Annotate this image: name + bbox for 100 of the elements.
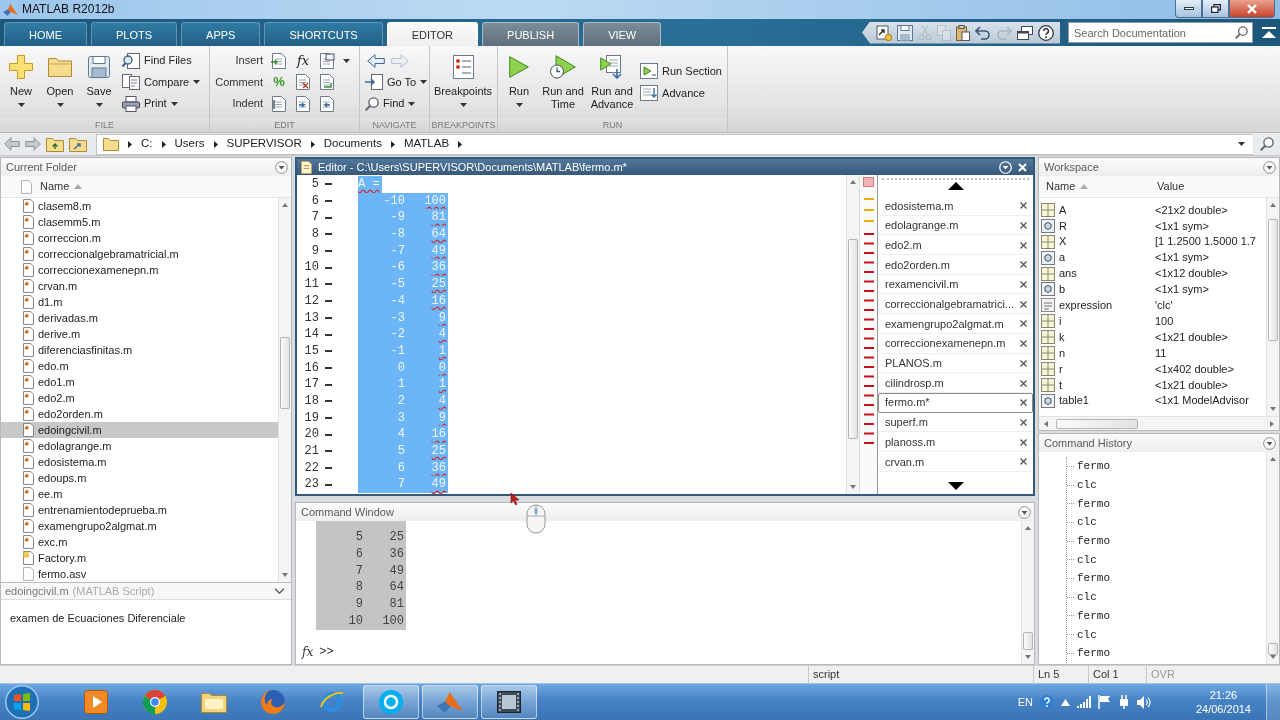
insert-icon[interactable] bbox=[271, 52, 287, 69]
restore-button[interactable] bbox=[1202, 0, 1229, 18]
document-tab[interactable]: crvan.m bbox=[878, 451, 1033, 472]
close-icon[interactable] bbox=[1020, 241, 1027, 249]
back-arrow-icon[interactable] bbox=[4, 137, 20, 151]
file-item[interactable]: correccion.m bbox=[1, 230, 278, 246]
document-tab[interactable]: correccionalgebramatrici... bbox=[878, 294, 1033, 315]
column-header[interactable]: Name bbox=[1039, 178, 1157, 195]
close-icon[interactable] bbox=[1020, 418, 1027, 426]
document-tab[interactable]: edo2orden.m bbox=[878, 255, 1033, 275]
document-tab[interactable]: rexamencivil.m bbox=[878, 274, 1033, 295]
search-icon[interactable] bbox=[1260, 137, 1274, 151]
close-icon[interactable] bbox=[1020, 320, 1027, 328]
ribbon-button[interactable]: Print bbox=[120, 94, 203, 113]
document-tab[interactable]: examengrupo2algmat.m bbox=[878, 314, 1033, 334]
wrap-comment-icon[interactable] bbox=[319, 74, 335, 90]
close-icon[interactable] bbox=[1020, 340, 1027, 348]
back-arrow-icon[interactable] bbox=[367, 53, 385, 68]
vertical-scrollbar[interactable] bbox=[1266, 452, 1279, 664]
path-segment[interactable]: C: bbox=[141, 135, 153, 153]
close-icon[interactable] bbox=[1020, 261, 1027, 269]
panel-menu-icon[interactable] bbox=[1018, 505, 1031, 519]
file-item[interactable]: d1.m bbox=[1, 294, 278, 310]
ribbon-tab[interactable]: HOME bbox=[4, 22, 87, 46]
file-item[interactable]: edoingcivil.m bbox=[1, 422, 278, 438]
file-item[interactable]: correccionexamenepn.m bbox=[1, 262, 278, 278]
ribbon-button[interactable]: Find Files bbox=[120, 51, 203, 70]
ribbon-button[interactable]: New bbox=[3, 46, 39, 118]
minimize-button[interactable] bbox=[1175, 0, 1202, 18]
ribbon-tab[interactable]: PLOTS bbox=[91, 22, 178, 46]
file-item[interactable]: edo2orden.m bbox=[1, 406, 278, 422]
file-item[interactable]: examengrupo2algmat.m bbox=[1, 518, 278, 534]
file-item[interactable]: derivadas.m bbox=[1, 310, 278, 326]
undo-icon[interactable] bbox=[975, 25, 991, 40]
document-tab[interactable]: edolagrange.m bbox=[878, 215, 1033, 236]
file-item[interactable]: diferenciasfinitas.m bbox=[1, 342, 278, 358]
file-item[interactable]: clasem8.m bbox=[1, 198, 278, 214]
search-field[interactable]: Search Documentation bbox=[1068, 22, 1253, 43]
panel-menu-icon[interactable] bbox=[275, 160, 288, 174]
close-icon[interactable] bbox=[1020, 281, 1027, 289]
file-item[interactable]: entrenamientodeprueba.m bbox=[1, 502, 278, 518]
outdent-icon[interactable] bbox=[319, 95, 335, 112]
vertical-scrollbar[interactable] bbox=[846, 175, 859, 494]
ribbon-tab[interactable]: SHORTCUTS bbox=[264, 22, 383, 46]
command-prompt[interactable]: >> bbox=[319, 643, 334, 661]
ribbon-button[interactable]: Run and Advance bbox=[589, 46, 636, 118]
symbol-button[interactable]: fx bbox=[295, 52, 311, 69]
ribbon-button[interactable]: Advance bbox=[638, 83, 724, 102]
column-header[interactable]: Name bbox=[40, 178, 83, 195]
document-tab[interactable]: correccionexamenepn.m bbox=[878, 333, 1033, 354]
close-icon[interactable] bbox=[1020, 399, 1027, 407]
help-icon[interactable] bbox=[1038, 24, 1054, 41]
path-segment[interactable]: SUPERVISOR bbox=[226, 135, 302, 153]
path-segment[interactable]: Documents bbox=[323, 135, 382, 153]
search-icon[interactable] bbox=[1235, 26, 1248, 39]
function-browser-button[interactable]: fx bbox=[302, 645, 314, 659]
caret-icon[interactable] bbox=[1238, 142, 1245, 146]
vertical-scrollbar[interactable] bbox=[1021, 521, 1034, 664]
language-indicator[interactable]: EN bbox=[1017, 693, 1033, 711]
chevron-down-icon[interactable] bbox=[274, 588, 285, 594]
close-icon[interactable] bbox=[1020, 379, 1027, 387]
document-tab[interactable]: superf.m bbox=[878, 412, 1033, 433]
panel-menu-icon[interactable] bbox=[1263, 436, 1276, 450]
close-icon[interactable] bbox=[1020, 222, 1027, 230]
path-segment[interactable]: MATLAB bbox=[403, 135, 450, 153]
close-icon[interactable] bbox=[1020, 458, 1027, 466]
close-icon[interactable] bbox=[1020, 202, 1027, 210]
ribbon-tab[interactable]: VIEW bbox=[583, 22, 662, 46]
file-item[interactable]: edo2.m bbox=[1, 390, 278, 406]
ribbon-button[interactable]: Save bbox=[81, 46, 117, 118]
indent-icon[interactable] bbox=[295, 95, 311, 112]
ribbon-button[interactable]: Breakpoints bbox=[433, 46, 494, 118]
vertical-scrollbar[interactable] bbox=[1266, 198, 1279, 416]
clock-date[interactable]: 24/06/2014 bbox=[1195, 702, 1251, 716]
file-item[interactable]: edo1.m bbox=[1, 374, 278, 390]
document-tab[interactable]: fermo.m* bbox=[878, 392, 1033, 413]
signal-bars-icon[interactable] bbox=[1076, 696, 1091, 708]
paste-icon[interactable] bbox=[956, 24, 970, 41]
ribbon-button[interactable]: Go To bbox=[363, 73, 430, 91]
up-folder-icon[interactable] bbox=[46, 136, 64, 152]
file-item[interactable]: Factory.m bbox=[1, 550, 278, 566]
document-tab[interactable]: edo2.m bbox=[878, 235, 1033, 256]
caret-icon[interactable] bbox=[343, 58, 350, 63]
horizontal-scrollbar[interactable] bbox=[1039, 416, 1279, 430]
forward-arrow-icon[interactable] bbox=[25, 137, 41, 151]
file-item[interactable]: correccionalgebramatricial.m bbox=[1, 246, 278, 262]
close-icon[interactable] bbox=[1020, 300, 1027, 308]
ribbon-button[interactable]: Open bbox=[42, 46, 78, 118]
file-item[interactable]: ee.m bbox=[1, 486, 278, 502]
ribbon-button[interactable]: Compare bbox=[120, 73, 203, 91]
close-icon[interactable] bbox=[1020, 359, 1027, 367]
smart-indent-icon[interactable] bbox=[271, 95, 287, 112]
ribbon-tab[interactable]: EDITOR bbox=[386, 22, 479, 46]
browse-folder-icon[interactable] bbox=[69, 136, 87, 152]
ribbon-button[interactable]: Run bbox=[501, 46, 537, 118]
insert-section-icon[interactable] bbox=[319, 52, 335, 69]
speaker-icon[interactable] bbox=[1136, 695, 1151, 709]
taskbar-button[interactable] bbox=[481, 685, 537, 719]
document-tab[interactable]: cilindrosp.m bbox=[878, 373, 1033, 393]
ribbon-tab[interactable]: PUBLISH bbox=[482, 22, 580, 46]
